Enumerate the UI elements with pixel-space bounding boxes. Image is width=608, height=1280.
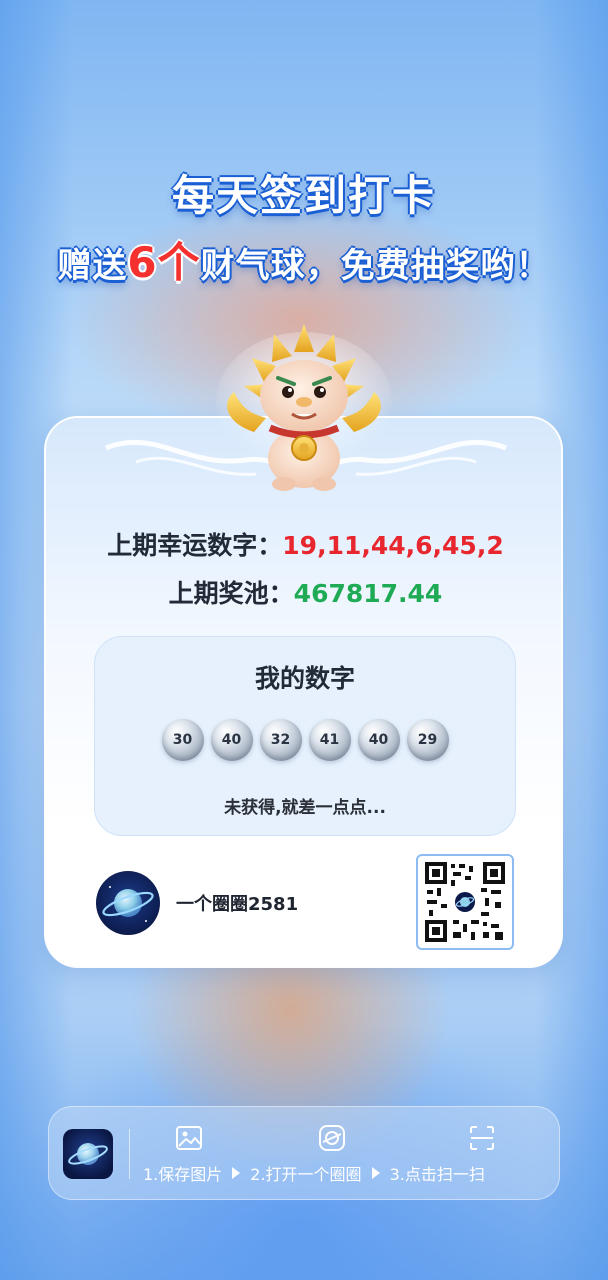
subtitle-highlight: 6个 [127, 238, 201, 287]
lucky-label: 上期幸运数字： [107, 531, 283, 560]
avatar [96, 871, 160, 935]
scan-icon [470, 1126, 494, 1150]
image-icon [176, 1126, 202, 1150]
qr-code [416, 854, 514, 950]
headline: 每天签到打卡 赠送6个财气球，免费抽奖哟！ [0, 162, 608, 290]
mascot-dragon-icon [216, 324, 392, 491]
subtitle-after: 财气球，免费抽奖哟！ [200, 246, 551, 286]
number-ball: 30 [161, 719, 204, 761]
app-logo [63, 1129, 113, 1179]
instruction-steps: 1.保存图片 2.打开一个圈圈 3.点击扫一扫 [143, 1161, 485, 1185]
headline-title: 每天签到打卡 [171, 171, 436, 220]
result-text: 未获得,就差一点点... [224, 798, 386, 818]
pool-value: 467817.44 [293, 579, 443, 608]
play-arrow-icon [371, 1167, 380, 1179]
last-lucky-numbers: 上期幸运数字：19,11,44,6,45,2 [46, 526, 565, 562]
step-scan: 3.点击扫一扫 [389, 1165, 485, 1184]
lottery-card: 上期幸运数字：19,11,44,6,45,2 上期奖池：467817.44 我的… [44, 416, 563, 968]
headline-subtitle: 赠送6个财气球，免费抽奖哟！ [0, 229, 608, 290]
number-ball: 40 [357, 719, 400, 761]
number-ball: 32 [259, 719, 302, 761]
my-numbers-title: 我的数字 [254, 664, 355, 693]
number-ball: 29 [406, 719, 449, 761]
subtitle-before: 赠送 [57, 246, 128, 286]
planet-icon [102, 886, 154, 922]
play-arrow-icon [232, 1167, 241, 1179]
qr-code-icon [425, 862, 505, 942]
number-ball: 40 [210, 719, 253, 761]
last-prize-pool: 上期奖池：467817.44 [46, 574, 565, 610]
app-circle-icon [319, 1125, 345, 1151]
number-ball: 41 [308, 719, 351, 761]
number-balls: 30 40 32 41 40 29 [95, 719, 515, 761]
divider [129, 1129, 130, 1179]
planet-logo-icon [68, 1143, 108, 1165]
step-save-image: 1.保存图片 [143, 1165, 223, 1184]
bottom-instruction-bar: 1.保存图片 2.打开一个圈圈 3.点击扫一扫 [48, 1106, 560, 1200]
pool-label: 上期奖池： [168, 579, 294, 608]
user-name: 一个圈圈2581 [176, 894, 299, 915]
step-open-app: 2.打开一个圈圈 [250, 1165, 362, 1184]
lucky-numbers-value: 19,11,44,6,45,2 [282, 531, 504, 560]
my-numbers-panel: 我的数字 30 40 32 41 40 29 未获得,就差一点点... [94, 636, 516, 836]
